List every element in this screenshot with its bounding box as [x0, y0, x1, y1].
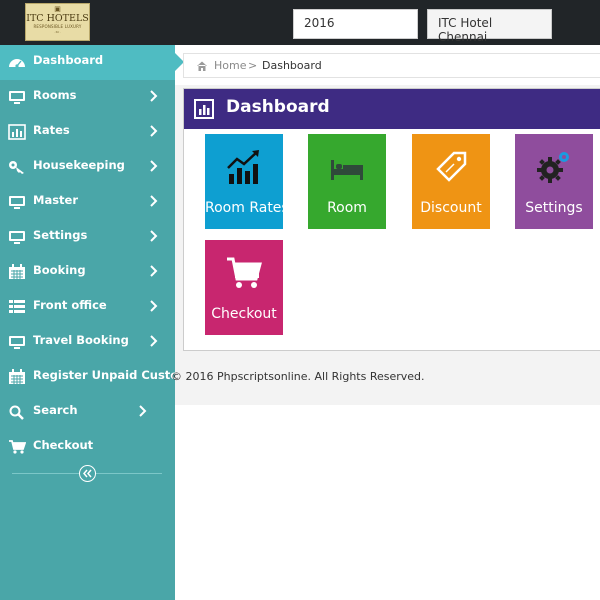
tile-label: Checkout	[211, 306, 277, 322]
search-icon	[9, 405, 24, 420]
bar-chart-icon	[8, 124, 26, 140]
sidebar-item-label: Search	[33, 403, 78, 417]
sidebar-item-master[interactable]: Master	[0, 185, 175, 220]
sidebar-item-label: Settings	[33, 228, 88, 242]
sidebar-item-label: Dashboard	[33, 53, 104, 67]
sidebar-item-label: Checkout	[33, 438, 94, 452]
sidebar-item-label: Master	[33, 193, 79, 207]
sidebar-item-booking[interactable]: Booking	[0, 255, 175, 290]
sidebar-item-checkout[interactable]: Checkout	[0, 430, 175, 465]
tile-checkout[interactable]: Checkout	[205, 240, 283, 335]
sidebar-item-label: Rates	[33, 123, 70, 137]
dashboard-panel: Dashboard Room Rates Room Discount Setti…	[183, 88, 600, 351]
sidebar-item-travel-booking[interactable]: Travel Booking	[0, 325, 175, 360]
logo-emblem-icon: ▣	[54, 5, 61, 13]
chevron-right-icon	[150, 265, 158, 277]
monitor-icon	[9, 91, 25, 104]
chevron-right-icon	[150, 300, 158, 312]
chevron-right-icon	[150, 335, 158, 347]
calendar-icon	[9, 264, 25, 279]
double-chevron-left-icon	[83, 469, 92, 478]
cart-icon	[227, 257, 262, 288]
sidebar: Dashboard Rooms Rates Housekeeping Maste…	[0, 45, 204, 600]
tile-room[interactable]: Room	[308, 134, 386, 229]
tag-icon	[436, 151, 467, 182]
sidebar-item-label: Rooms	[33, 88, 77, 102]
footer-copyright: © 2016 Phpscriptsonline. All Rights Rese…	[171, 370, 425, 383]
monitor-icon	[9, 231, 25, 244]
tile-label: Room	[327, 200, 367, 216]
tile-label: Settings	[525, 200, 583, 216]
logo-name: ITC HOTELS	[26, 13, 89, 24]
calendar-icon	[9, 369, 25, 384]
sidebar-item-label: Front office	[33, 298, 107, 312]
line-chart-icon	[227, 150, 259, 184]
cart-icon	[9, 440, 26, 454]
tile-label: Room Rates	[205, 200, 289, 216]
year-selector[interactable]: 2016	[293, 9, 418, 39]
page-title: Dashboard	[226, 97, 330, 117]
chevron-right-icon	[150, 195, 158, 207]
sidebar-item-search[interactable]: Search	[0, 395, 175, 430]
sidebar-item-housekeeping[interactable]: Housekeeping	[0, 150, 175, 185]
top-bar: ▣ ITC HOTELS RESPONSIBLE LUXURY · itc · …	[0, 0, 600, 45]
sidebar-item-dashboard[interactable]: Dashboard	[0, 45, 184, 80]
sidebar-item-label: Housekeeping	[33, 158, 125, 172]
logo-fine-print: · itc ·	[53, 30, 62, 34]
bed-icon	[331, 160, 363, 180]
sidebar-item-label: Travel Booking	[33, 333, 129, 347]
sidebar-item-front-office[interactable]: Front office	[0, 290, 175, 325]
chevron-right-icon	[150, 90, 158, 102]
tile-room-rates[interactable]: Room Rates	[205, 134, 289, 229]
sidebar-item-settings[interactable]: Settings	[0, 220, 175, 255]
sidebar-item-label: Booking	[33, 263, 86, 277]
breadcrumb: Home > Dashboard	[183, 53, 600, 78]
breadcrumb-home-link[interactable]: Home	[214, 59, 246, 72]
chevron-right-icon	[139, 405, 147, 417]
sidebar-collapse-button[interactable]	[79, 465, 96, 482]
gears-icon	[537, 152, 569, 183]
tile-settings[interactable]: Settings	[515, 134, 593, 229]
list-icon	[9, 300, 25, 313]
dashboard-panel-header: Dashboard	[184, 89, 600, 129]
breadcrumb-current: Dashboard	[262, 59, 322, 72]
key-icon	[9, 161, 24, 174]
tile-discount[interactable]: Discount	[412, 134, 490, 229]
chevron-right-icon	[150, 160, 158, 172]
breadcrumb-separator: >	[248, 59, 258, 72]
sidebar-item-rates[interactable]: Rates	[0, 115, 175, 150]
monitor-icon	[9, 196, 25, 209]
dashboard-icon	[9, 59, 25, 68]
monitor-icon	[9, 336, 25, 349]
chevron-right-icon	[150, 230, 158, 242]
sidebar-item-register-unpaid-customer[interactable]: Register Unpaid Customer	[0, 360, 204, 395]
tile-label: Discount	[420, 200, 482, 216]
hotel-logo[interactable]: ▣ ITC HOTELS RESPONSIBLE LUXURY · itc ·	[25, 3, 90, 41]
sidebar-item-rooms[interactable]: Rooms	[0, 80, 175, 115]
hotel-selector[interactable]: ITC Hotel Chennai	[427, 9, 552, 44]
bar-chart-icon	[194, 99, 214, 119]
chevron-right-icon	[150, 125, 158, 137]
home-icon	[197, 61, 207, 71]
